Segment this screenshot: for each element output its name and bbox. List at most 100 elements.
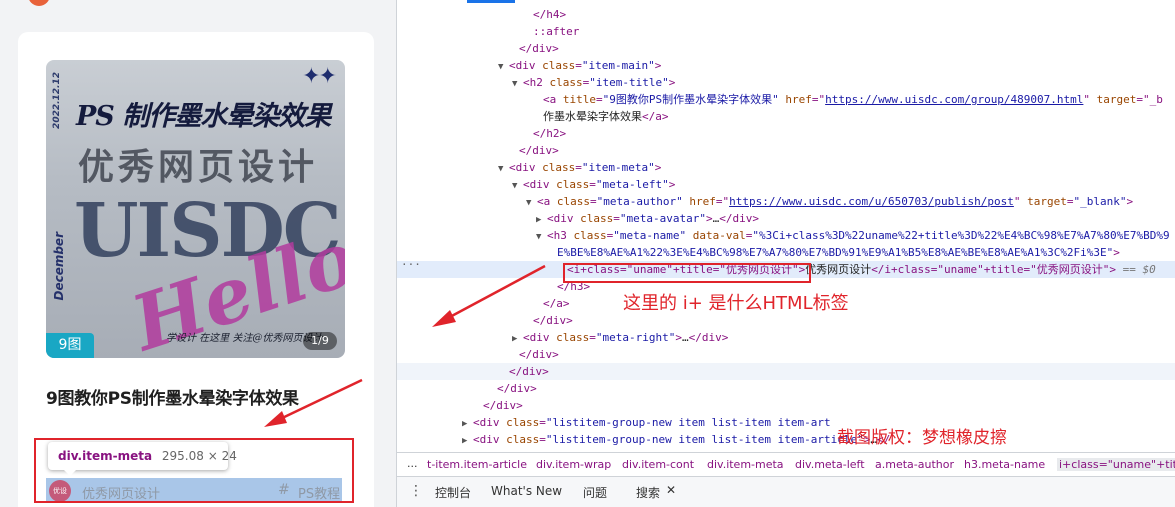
- dom-token: <div: [509, 59, 543, 72]
- dom-token: class: [542, 59, 576, 72]
- dom-token: …: [681, 331, 689, 344]
- drawer-menu-icon[interactable]: ⋮: [409, 483, 423, 499]
- dom-node[interactable]: ▼ <div class="item-meta">: [397, 159, 1175, 176]
- cover-image[interactable]: 2022.12.12 ✦✦ PS 制作墨水晕染效果 优秀网页设计 UISDC D…: [46, 60, 345, 358]
- dom-token: "listitem-group-new item list-item item-…: [545, 416, 831, 429]
- dom-token: >: [654, 59, 662, 72]
- dom-node[interactable]: </div>: [397, 380, 1175, 397]
- tab-issues[interactable]: 问题: [583, 484, 607, 501]
- annotation-box-code: [563, 263, 811, 283]
- dom-token[interactable]: https://www.uisdc.com/group/489007.html: [825, 93, 1083, 106]
- dom-token: <a: [537, 195, 557, 208]
- tab-search[interactable]: 搜索: [636, 484, 660, 507]
- dom-node[interactable]: ▶ <div class="meta-avatar">…</div>: [397, 210, 1175, 227]
- dom-token: =: [589, 331, 596, 344]
- breadcrumb-item[interactable]: h3.meta-name: [964, 458, 1045, 471]
- dom-token: >: [654, 161, 662, 174]
- breadcrumb-item[interactable]: div.item-meta: [707, 458, 784, 471]
- dom-node[interactable]: </div>: [397, 346, 1175, 363]
- dom-token: </a>: [543, 297, 570, 310]
- dom-token: class: [556, 331, 590, 344]
- dom-token: href: [785, 93, 812, 106]
- dom-token: </div>: [519, 42, 559, 55]
- dom-token: <div: [473, 416, 507, 429]
- expand-triangle-icon[interactable]: ▶: [462, 433, 473, 450]
- dom-token: </h4>: [533, 8, 567, 21]
- dom-node[interactable]: ▼ <h3 class="meta-name" data-val="%3Ci+cl…: [397, 227, 1175, 244]
- dom-node[interactable]: </div>: [397, 40, 1175, 57]
- dom-token: <div: [473, 433, 507, 446]
- dom-token: <div: [509, 161, 543, 174]
- dom-token: "listitem-group-new item list-item item-…: [545, 433, 864, 446]
- dom-token: </div>: [688, 331, 729, 344]
- dom-token: target: [1027, 195, 1067, 208]
- dom-token: ="_b: [1136, 93, 1163, 106]
- dom-token: =: [613, 212, 620, 225]
- page-indicator: 1/9: [303, 332, 337, 350]
- tab-console[interactable]: 控制台: [435, 484, 471, 501]
- dom-node[interactable]: </h2>: [397, 125, 1175, 142]
- article-title-link[interactable]: 9图教你PS制作墨水晕染字体效果: [46, 384, 299, 409]
- dom-token: <div: [523, 178, 557, 191]
- dom-node[interactable]: ▼ <div class="item-main">: [397, 57, 1175, 74]
- site-logo-icon: [28, 0, 50, 6]
- breadcrumb-item[interactable]: div.item-wrap: [536, 458, 611, 471]
- dom-token: "%3Ci+class%3D%22uname%22+title%3D%22%E4…: [752, 229, 1170, 242]
- breadcrumb-item[interactable]: div.meta-left: [795, 458, 865, 471]
- dom-node[interactable]: </div>: [397, 397, 1175, 414]
- dom-node[interactable]: ▶ <div class="listitem-group-new item lis…: [397, 414, 1175, 431]
- dom-token: <h2: [523, 76, 550, 89]
- dom-node[interactable]: ▶ <div class="meta-right">…</div>: [397, 329, 1175, 346]
- dom-token: class: [542, 161, 576, 174]
- dom-node[interactable]: ▼ <div class="meta-left">: [397, 176, 1175, 193]
- node-actions-ellipsis[interactable]: ···: [401, 258, 421, 271]
- breadcrumb: ... t-item.item-article div.item-wrap div.…: [397, 452, 1175, 476]
- dom-token: class: [556, 195, 590, 208]
- dom-token: =": [811, 93, 826, 106]
- dom-node[interactable]: ::after: [397, 23, 1175, 40]
- dom-token: >: [675, 331, 682, 344]
- dom-node[interactable]: </h4>: [397, 6, 1175, 23]
- cover-subtitle: 优秀网页设计: [78, 146, 319, 188]
- breadcrumb-item[interactable]: a.meta-author: [875, 458, 954, 471]
- dom-token: href: [689, 195, 716, 208]
- dom-token: </div>: [533, 314, 573, 327]
- dom-token: target: [1096, 93, 1137, 106]
- dom-node[interactable]: </div>: [397, 363, 1175, 380]
- dom-token: >: [668, 76, 676, 89]
- dom-token: =": [715, 195, 730, 208]
- elements-tab-indicator: [467, 0, 515, 3]
- dom-token: ": [1013, 195, 1028, 208]
- dom-node[interactable]: 作墨水晕染字体效果</a>: [397, 108, 1175, 125]
- dom-token: == $0: [1116, 263, 1156, 276]
- dom-node[interactable]: </div>: [397, 142, 1175, 159]
- dom-node[interactable]: ▼ <a class="meta-author" href="https://ww…: [397, 193, 1175, 210]
- dom-token: =: [575, 161, 582, 174]
- dom-node[interactable]: E%BE%E8%AE%A1%22%3E%E4%BC%98%E7%A7%80%E7…: [397, 244, 1175, 261]
- cover-date: 2022.12.12: [52, 72, 62, 129]
- dom-token: "meta-author": [596, 195, 683, 208]
- dom-token: =: [590, 195, 597, 208]
- dom-node[interactable]: ▶ <div class="listitem-group-new item lis…: [397, 431, 1175, 448]
- breadcrumb-item[interactable]: i+class="uname"+title=: [1057, 458, 1175, 471]
- annotation-question: 这里的 i+ 是什么HTML标签: [623, 293, 849, 314]
- breadcrumb-item[interactable]: t-item.item-article: [427, 458, 527, 471]
- dom-node[interactable]: <a title="9图教你PS制作墨水晕染字体效果" href="https:…: [397, 91, 1175, 108]
- breadcrumb-overflow[interactable]: ...: [407, 457, 418, 470]
- tab-whats-new[interactable]: What's New: [491, 484, 562, 498]
- cover-month: December: [52, 232, 66, 301]
- close-icon[interactable]: ✕: [666, 483, 676, 497]
- dom-token: =: [539, 416, 546, 429]
- dom-token: =: [575, 59, 582, 72]
- dom-token: ::after: [533, 25, 580, 38]
- dom-token: 优秀网页设计: [805, 263, 872, 276]
- dom-token: class: [556, 178, 590, 191]
- sparkle-icon: ✦✦: [302, 64, 337, 89]
- dom-node[interactable]: ▼ <h2 class="item-title">: [397, 74, 1175, 91]
- dom-token: "meta-left": [595, 178, 669, 191]
- dom-token: =: [589, 178, 596, 191]
- dom-token: =: [596, 93, 603, 106]
- dom-token: title: [562, 93, 596, 106]
- breadcrumb-item[interactable]: div.item-cont: [622, 458, 694, 471]
- dom-token[interactable]: https://www.uisdc.com/u/650703/publish/p…: [729, 195, 1014, 208]
